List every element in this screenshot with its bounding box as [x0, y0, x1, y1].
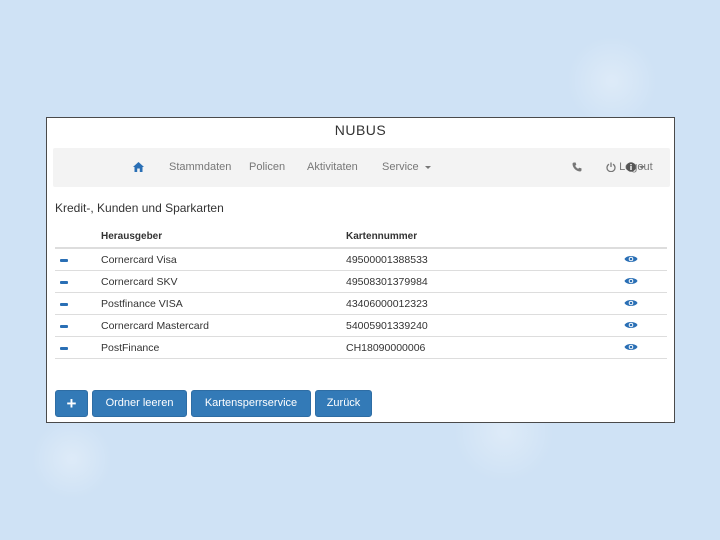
navbar: Stammdaten Policen Aktivitaten Service L…	[53, 148, 670, 187]
table-row: Cornercard SKV 49508301379984	[55, 271, 667, 293]
phone-icon	[572, 162, 582, 172]
remove-row-button[interactable]	[58, 342, 70, 354]
clear-folder-button[interactable]: Ordner leeren	[92, 390, 187, 417]
info-icon	[626, 162, 636, 172]
table-header: Herausgeber Kartennummer	[55, 230, 667, 249]
card-block-service-button[interactable]: Kartensperrservice	[191, 390, 311, 417]
eye-icon[interactable]	[624, 319, 638, 331]
cell-issuer: Cornercard Visa	[101, 254, 177, 266]
eye-icon[interactable]	[624, 297, 638, 309]
table-row: Cornercard Visa 49500001388533	[55, 249, 667, 271]
minus-icon	[60, 347, 68, 350]
nav-info-menu[interactable]	[626, 148, 645, 187]
add-card-button[interactable]: +	[55, 390, 88, 417]
minus-icon	[60, 325, 68, 328]
remove-row-button[interactable]	[58, 298, 70, 310]
cell-issuer: Cornercard Mastercard	[101, 320, 209, 332]
chevron-down-icon	[639, 165, 645, 169]
app-window: NUBUS Stammdaten Policen Aktivitaten Ser…	[46, 117, 675, 423]
table-row: PostFinance CH18090000006	[55, 337, 667, 359]
cards-table: Herausgeber Kartennummer Cornercard Visa…	[55, 230, 667, 359]
eye-icon[interactable]	[624, 253, 638, 265]
cell-card-number: 49508301379984	[346, 276, 428, 288]
cell-card-number: 43406000012323	[346, 298, 428, 310]
cell-card-number: CH18090000006	[346, 342, 426, 354]
table-row: Cornercard Mastercard 54005901339240	[55, 315, 667, 337]
nav-service-dropdown[interactable]: Service	[382, 148, 431, 187]
chevron-down-icon	[424, 165, 431, 169]
app-title: NUBUS	[334, 122, 387, 138]
remove-row-button[interactable]	[58, 320, 70, 332]
nav-aktivitaten[interactable]: Aktivitaten	[307, 148, 358, 187]
nav-policen[interactable]: Policen	[249, 148, 285, 187]
nav-service-label: Service	[382, 161, 419, 173]
nav-stammdaten[interactable]: Stammdaten	[169, 148, 231, 187]
eye-icon[interactable]	[624, 275, 638, 287]
power-icon	[606, 162, 616, 173]
cell-issuer: PostFinance	[101, 342, 160, 354]
cell-card-number: 54005901339240	[346, 320, 428, 332]
remove-row-button[interactable]	[58, 254, 70, 266]
minus-icon	[60, 281, 68, 284]
nav-home[interactable]	[133, 148, 144, 187]
nav-phone[interactable]	[572, 148, 582, 187]
eye-icon[interactable]	[624, 341, 638, 353]
column-header-card-number: Kartennummer	[346, 231, 418, 242]
cell-issuer: Postfinance VISA	[101, 298, 183, 310]
home-icon	[133, 162, 144, 173]
cell-issuer: Cornercard SKV	[101, 276, 178, 288]
back-button[interactable]: Zurück	[315, 390, 372, 417]
column-header-issuer: Herausgeber	[101, 231, 163, 242]
section-heading: Kredit-, Kunden und Sparkarten	[55, 201, 224, 215]
minus-icon	[60, 303, 68, 306]
cell-card-number: 49500001388533	[346, 254, 428, 266]
remove-row-button[interactable]	[58, 276, 70, 288]
table-row: Postfinance VISA 43406000012323	[55, 293, 667, 315]
minus-icon	[60, 259, 68, 262]
